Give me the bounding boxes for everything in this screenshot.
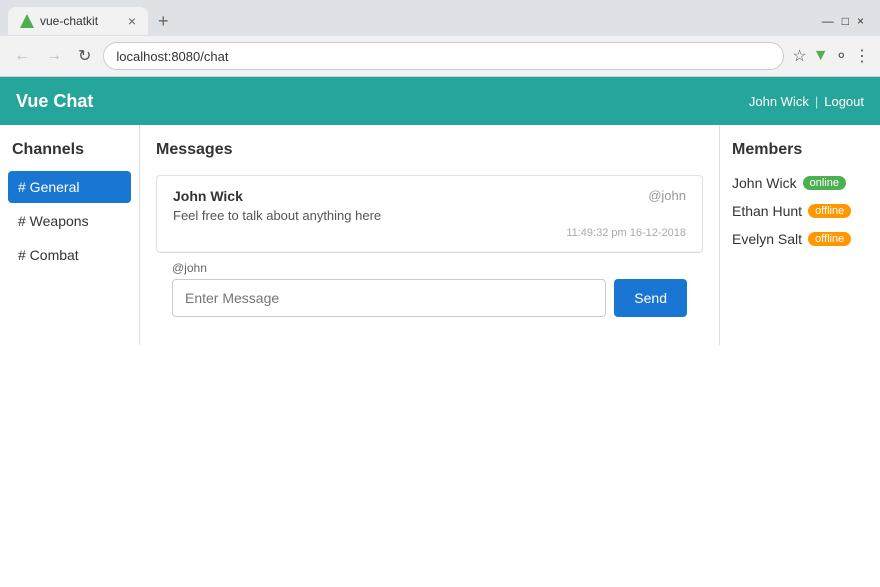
member-name-ethan: Ethan Hunt xyxy=(732,203,802,219)
new-tab-button[interactable]: + xyxy=(152,11,175,32)
messages-area: Messages John Wick @john Feel free to ta… xyxy=(140,125,720,345)
channel-item-general[interactable]: # General xyxy=(8,171,131,203)
tab-title: vue-chatkit xyxy=(40,14,122,28)
tab-close-icon[interactable]: × xyxy=(128,14,136,28)
message-author: John Wick xyxy=(173,188,243,204)
url-text: localhost:8080/chat xyxy=(116,49,228,64)
logged-in-user: John Wick xyxy=(749,94,809,109)
status-badge: offline xyxy=(808,204,851,218)
message-handle: @john xyxy=(648,188,686,204)
members-panel: Members John Wick online Ethan Hunt offl… xyxy=(720,125,880,345)
channel-label-weapons: # Weapons xyxy=(18,213,89,229)
app: Vue Chat John Wick | Logout Channels # G… xyxy=(0,77,880,587)
list-item: Evelyn Salt offline xyxy=(732,231,868,247)
window-controls: — □ × xyxy=(822,14,872,28)
pipe-separator: | xyxy=(815,94,818,109)
table-row: John Wick @john Feel free to talk about … xyxy=(157,176,702,252)
menu-icon[interactable]: ⋮ xyxy=(854,46,870,66)
member-name-john: John Wick xyxy=(732,175,797,191)
channel-label-combat: # Combat xyxy=(18,247,79,263)
status-badge: offline xyxy=(808,232,851,246)
message-text: Feel free to talk about anything here xyxy=(173,208,686,223)
messages-title: Messages xyxy=(156,141,703,159)
address-bar[interactable]: localhost:8080/chat xyxy=(103,42,784,70)
back-button[interactable]: ← xyxy=(10,45,34,67)
address-bar-row: ← → ↻ localhost:8080/chat ☆ ▼ ⚬ ⋮ xyxy=(0,36,880,76)
tab-bar: vue-chatkit × + — □ × xyxy=(0,0,880,36)
member-name-evelyn: Evelyn Salt xyxy=(732,231,802,247)
message-input[interactable] xyxy=(172,279,606,317)
close-window-button[interactable]: × xyxy=(857,14,864,28)
messages-scroll[interactable]: John Wick @john Feel free to talk about … xyxy=(156,175,703,253)
channel-label-general: # General xyxy=(18,179,79,195)
address-bar-icons: ☆ ▼ ⚬ ⋮ xyxy=(792,46,870,66)
logout-button[interactable]: Logout xyxy=(824,94,864,109)
send-button[interactable]: Send xyxy=(614,279,687,317)
extension-icon[interactable]: ▼ xyxy=(813,47,829,65)
main-layout: Channels # General # Weapons # Combat Me… xyxy=(0,125,880,345)
status-badge: online xyxy=(803,176,846,190)
user-info: John Wick | Logout xyxy=(749,94,864,109)
account-icon[interactable]: ⚬ xyxy=(835,46,848,66)
forward-button[interactable]: → xyxy=(42,45,66,67)
channels-title: Channels xyxy=(8,141,131,159)
top-nav: Vue Chat John Wick | Logout xyxy=(0,77,880,125)
channel-item-weapons[interactable]: # Weapons xyxy=(8,205,131,237)
bookmark-icon[interactable]: ☆ xyxy=(792,46,806,66)
input-handle: @john xyxy=(172,261,687,275)
minimize-button[interactable]: — xyxy=(822,14,834,28)
sidebar: Channels # General # Weapons # Combat xyxy=(0,125,140,345)
active-tab[interactable]: vue-chatkit × xyxy=(8,7,148,35)
message-header: John Wick @john xyxy=(173,188,686,204)
list-item: John Wick online xyxy=(732,175,868,191)
refresh-button[interactable]: ↻ xyxy=(74,44,95,68)
app-title: Vue Chat xyxy=(16,91,749,112)
input-area: @john Send xyxy=(156,253,703,329)
members-title: Members xyxy=(732,141,868,159)
message-time: 11:49:32 pm 16-12-2018 xyxy=(173,227,686,239)
channel-item-combat[interactable]: # Combat xyxy=(8,239,131,271)
tab-favicon-icon xyxy=(20,14,34,28)
message-input-row: Send xyxy=(172,279,687,317)
list-item: Ethan Hunt offline xyxy=(732,203,868,219)
browser-chrome: vue-chatkit × + — □ × ← → ↻ localhost:80… xyxy=(0,0,880,77)
maximize-button[interactable]: □ xyxy=(842,14,849,28)
